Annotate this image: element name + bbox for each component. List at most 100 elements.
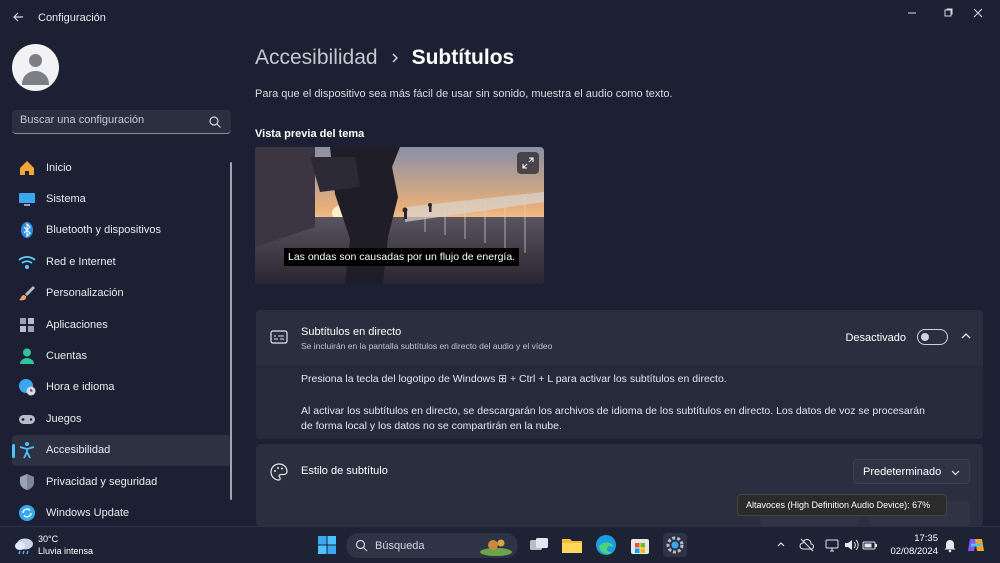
live-captions-card: Subtítulos en directo Se incluirán en la… — [256, 310, 983, 439]
live-captions-title: Subtítulos en directo — [301, 326, 402, 338]
live-captions-toggle[interactable] — [917, 329, 948, 345]
sidebar-item-label: Sistema — [46, 193, 86, 206]
taskbar: 30°C Lluvia intensa Búsqueda 17:35 02/08… — [0, 526, 1000, 563]
breadcrumb: Accesibilidad Subtítulos — [255, 46, 514, 70]
shortcut-instruction: Presiona la tecla del logotipo de Window… — [301, 373, 727, 385]
toggle-knob — [921, 333, 929, 341]
file-explorer-icon[interactable] — [560, 533, 584, 557]
breadcrumb-parent-link[interactable]: Accesibilidad — [255, 46, 378, 70]
dropdown-value: Predeterminado — [863, 466, 942, 478]
search-icon — [355, 539, 368, 552]
sidebar-item-cuentas[interactable]: Cuentas — [12, 340, 231, 371]
update-icon — [19, 504, 35, 521]
network-icon[interactable] — [824, 537, 840, 553]
sidebar-item-label: Juegos — [46, 412, 82, 425]
avatar-body — [22, 71, 49, 85]
avatar-head — [29, 54, 42, 67]
weather-temperature[interactable]: 30°C — [38, 534, 58, 544]
close-icon — [973, 8, 983, 18]
sidebar-item-privacidad[interactable]: Privacidad y seguridad — [12, 466, 231, 497]
sidebar-item-accesibilidad[interactable]: Accesibilidad — [12, 434, 231, 466]
globe-clock-icon — [19, 379, 36, 396]
sidebar-scrollbar[interactable] — [230, 162, 232, 500]
monitor-icon — [19, 193, 35, 207]
search-highlight-art — [480, 539, 512, 556]
chevron-right-icon — [392, 53, 398, 63]
user-avatar[interactable] — [12, 44, 59, 91]
sidebar-item-label: Aplicaciones — [46, 318, 108, 331]
sidebar-item-juegos[interactable]: Juegos — [12, 403, 231, 434]
privacy-note-line1: Al activar los subtítulos en directo, se… — [301, 405, 925, 417]
close-button[interactable] — [963, 4, 993, 24]
preview-heading: Vista previa del tema — [255, 128, 365, 140]
sidebar-item-label: Privacidad y seguridad — [46, 475, 158, 488]
preview-caption-text: Las ondas son causadas por un flujo de e… — [284, 248, 520, 266]
weather-description[interactable]: Lluvia intensa — [38, 546, 93, 556]
live-captions-header[interactable]: Subtítulos en directo Se incluirán en la… — [256, 310, 983, 365]
caption-style-title: Estilo de subtítulo — [301, 465, 388, 477]
task-view-icon[interactable] — [527, 533, 551, 557]
chevron-up-icon[interactable] — [960, 330, 972, 342]
shield-icon — [20, 473, 34, 490]
arrow-left-icon — [13, 12, 23, 22]
page-description: Para que el dispositivo sea más fácil de… — [255, 88, 673, 100]
store-icon[interactable] — [628, 533, 652, 557]
page-title: Subtítulos — [411, 46, 515, 69]
search-icon — [209, 116, 221, 128]
app-title: Configuración — [38, 12, 106, 24]
apps-icon — [20, 317, 34, 332]
sidebar-item-bluetooth[interactable]: Bluetooth y dispositivos — [12, 215, 231, 246]
brush-icon — [19, 286, 35, 301]
speaker-volume-icon[interactable] — [843, 537, 859, 553]
volume-tooltip: Altavoces (High Definition Audio Device)… — [737, 494, 947, 516]
edge-browser-icon[interactable] — [594, 533, 618, 557]
clock-date[interactable]: 02/08/2024 — [890, 546, 938, 557]
settings-search[interactable] — [12, 110, 231, 134]
minimize-button[interactable] — [897, 4, 927, 24]
caption-style-dropdown[interactable]: Predeterminado — [853, 459, 970, 484]
search-input[interactable] — [20, 114, 200, 126]
show-hidden-icons-button[interactable] — [773, 537, 789, 553]
settings-app-icon[interactable] — [663, 533, 687, 557]
bluetooth-icon — [21, 222, 33, 239]
search-label: Búsqueda — [375, 540, 425, 552]
sidebar-item-label: Cuentas — [46, 350, 87, 363]
start-menu-icon[interactable] — [315, 533, 339, 557]
sidebar-item-label: Personalización — [46, 287, 124, 300]
sidebar-nav: Inicio Sistema Bluetooth y dispositivos … — [12, 152, 231, 529]
rain-cloud-icon[interactable] — [13, 536, 35, 556]
privacy-note-line2: de forma local y los datos no se compart… — [301, 420, 562, 432]
sidebar-item-red[interactable]: Red e Internet — [12, 246, 231, 277]
home-icon — [20, 160, 34, 175]
copilot-icon[interactable] — [966, 535, 986, 555]
gamepad-icon — [19, 414, 35, 424]
cloud-offline-icon[interactable] — [799, 537, 815, 553]
person-icon — [20, 348, 34, 365]
expand-preview-button[interactable] — [517, 152, 539, 174]
accessibility-icon — [19, 442, 35, 459]
sidebar-item-label: Inicio — [46, 161, 72, 174]
sidebar-item-aplicaciones[interactable]: Aplicaciones — [12, 309, 231, 340]
minimize-icon — [908, 12, 916, 14]
taskbar-search[interactable]: Búsqueda — [346, 533, 518, 558]
sidebar-item-label: Hora e idioma — [46, 381, 115, 394]
expand-icon — [522, 157, 534, 169]
clock-time[interactable]: 17:35 — [914, 533, 938, 544]
palette-icon — [270, 463, 288, 481]
toggle-state-label: Desactivado — [845, 332, 906, 344]
sidebar-item-windows-update[interactable]: Windows Update — [12, 497, 231, 528]
sidebar-item-personalizacion[interactable]: Personalización — [12, 278, 231, 309]
maximize-button[interactable] — [933, 4, 963, 24]
sidebar-item-label: Windows Update — [46, 506, 130, 519]
chevron-up-icon — [777, 542, 785, 547]
captions-icon — [270, 330, 288, 344]
notifications-bell-icon[interactable] — [942, 537, 958, 553]
sidebar-item-sistema[interactable]: Sistema — [12, 183, 231, 214]
sidebar-item-label: Bluetooth y dispositivos — [46, 224, 161, 237]
sidebar-item-hora[interactable]: Hora e idioma — [12, 372, 231, 403]
chevron-down-icon — [951, 470, 960, 476]
back-button[interactable] — [8, 8, 28, 28]
wifi-icon — [18, 255, 36, 269]
sidebar-item-inicio[interactable]: Inicio — [12, 152, 231, 183]
battery-icon[interactable] — [862, 537, 878, 553]
